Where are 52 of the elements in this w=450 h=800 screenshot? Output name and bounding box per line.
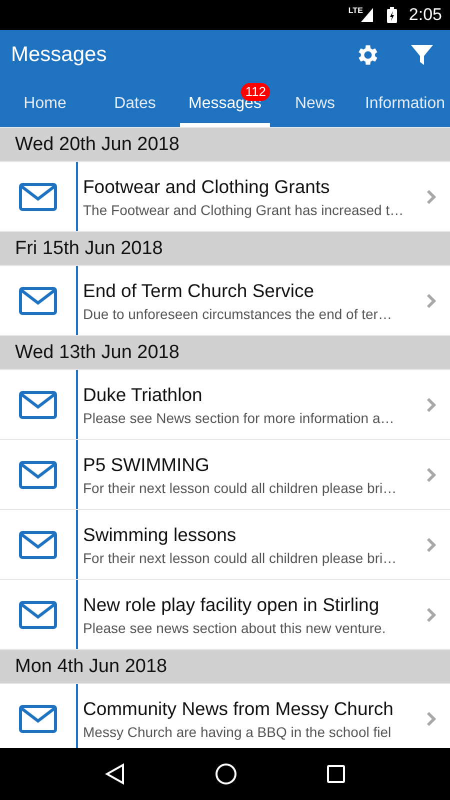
message-row[interactable]: P5 SWIMMING For their next lesson could all children please bri… (0, 440, 450, 509)
message-row[interactable]: Community News from Messy Church Messy Church are having a BBQ in the school fiel (0, 684, 450, 748)
message-row[interactable]: Swimming lessons For their next lesson could all children please bri… (0, 510, 450, 579)
message-preview: Please see News section for more information a… (83, 410, 396, 426)
envelope-icon (19, 286, 57, 314)
clock-time: 2:05 (408, 5, 442, 25)
date-header: Wed 20th Jun 2018 (0, 128, 450, 161)
count-badge: 112 (241, 83, 270, 101)
app-title: Messages (11, 43, 108, 67)
message-preview: Please see news section about this new venture. (83, 620, 387, 636)
chevron-icon (426, 606, 436, 622)
filter-icon[interactable] (410, 43, 434, 67)
battery-charging-icon (386, 7, 397, 23)
tab[interactable]: News (270, 80, 360, 127)
home-icon[interactable] (215, 763, 237, 785)
message-preview: Messy Church are having a BBQ in the school fiel (83, 724, 392, 740)
envelope-icon (19, 460, 57, 488)
message-row[interactable]: Duke Triathlon Please see News section for more information a… (0, 370, 450, 439)
date-header: Fri 15th Jun 2018 (0, 232, 450, 265)
tab[interactable]: Dates (90, 80, 180, 127)
chevron-icon (426, 188, 436, 204)
message-title: End of Term Church Service (83, 280, 316, 302)
message-preview: For their next lesson could all children please bri… (83, 480, 398, 496)
message-title: Footwear and Clothing Grants (83, 176, 331, 198)
message-preview: The Footwear and Clothing Grant has increased t… (83, 202, 405, 218)
message-preview: Due to unforeseen circumstances the end of ter… (83, 306, 393, 322)
message-row[interactable]: End of Term Church Service Due to unforeseen circumstances the end of ter… (0, 266, 450, 335)
tab[interactable]: Information (360, 80, 450, 127)
message-title: New role play facility open in Stirling (83, 594, 380, 616)
tab[interactable]: Home (0, 80, 90, 127)
message-row[interactable]: Footwear and Clothing Grants The Footwear and Clothing Grant has increased t… (0, 162, 450, 231)
envelope-icon (19, 182, 57, 210)
envelope-icon (19, 390, 57, 418)
message-title: Duke Triathlon (83, 384, 204, 406)
chevron-icon (426, 536, 436, 552)
chevron-icon (426, 396, 436, 412)
date-header: Mon 4th Jun 2018 (0, 650, 450, 683)
envelope-icon (19, 530, 57, 558)
recents-icon[interactable] (327, 765, 345, 783)
message-title: Swimming lessons (83, 524, 238, 546)
date-header: Wed 13th Jun 2018 (0, 336, 450, 369)
message-row[interactable]: New role play facility open in Stirling Please see news section about this new venture. (0, 580, 450, 649)
message-preview: For their next lesson could all children please bri… (83, 550, 398, 566)
message-title: Community News from Messy Church (83, 698, 394, 720)
chevron-icon (426, 710, 436, 726)
envelope-icon (19, 704, 57, 732)
chevron-icon (426, 466, 436, 482)
message-title: P5 SWIMMING (83, 454, 210, 476)
back-icon[interactable] (105, 763, 125, 785)
chevron-icon (426, 292, 436, 308)
network-label: LTE (348, 6, 363, 15)
envelope-icon (19, 600, 57, 628)
